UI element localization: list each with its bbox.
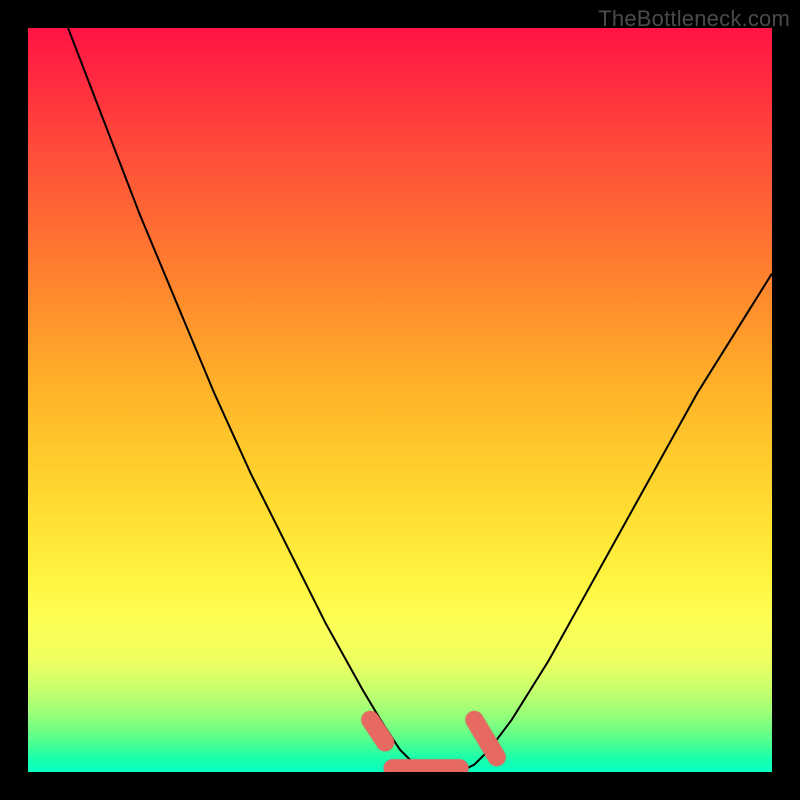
highlight-markers [370,720,496,768]
chart-frame: TheBottleneck.com [0,0,800,800]
marker-layer [28,28,772,772]
plot-area [28,28,772,772]
